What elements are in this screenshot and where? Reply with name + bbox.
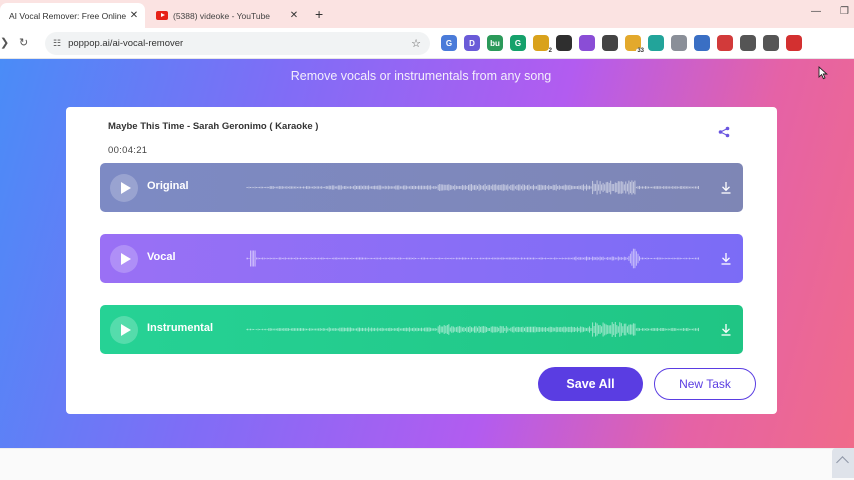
play-icon[interactable] bbox=[110, 245, 138, 273]
page-subtitle: Remove vocals or instrumentals from any … bbox=[290, 69, 552, 83]
dark-square-icon[interactable] bbox=[556, 35, 572, 51]
extension-badge: 2 bbox=[547, 48, 553, 54]
download-red-icon[interactable] bbox=[786, 35, 802, 51]
song-duration: 00:04:21 bbox=[108, 145, 148, 156]
waveform-original[interactable] bbox=[246, 167, 700, 208]
close-tab-icon[interactable]: ✕ bbox=[287, 10, 301, 21]
forward-icon[interactable]: ❯ bbox=[0, 36, 9, 49]
screenshot-icon[interactable] bbox=[694, 35, 710, 51]
extension-label: G bbox=[445, 38, 453, 48]
track-label-original: Original bbox=[147, 180, 189, 192]
waveform-instrumental[interactable] bbox=[246, 309, 700, 350]
extension-badge: 33 bbox=[636, 48, 645, 54]
browser-toolbar: ❯ ↻ ☷ poppop.ai/ai-vocal-remover ☆ G Dbu G… bbox=[0, 28, 854, 59]
tab-title: (5388) videoke - YouTube bbox=[173, 10, 271, 21]
extensions-bar: G Dbu G 2 33 bbox=[441, 35, 802, 54]
address-bar[interactable]: ☷ poppop.ai/ai-vocal-remover ☆ bbox=[45, 32, 430, 55]
minimize-button[interactable]: — bbox=[811, 6, 821, 17]
tab-strip: AI Vocal Remover: Free Online V ✕ (5388)… bbox=[0, 0, 854, 28]
camera-icon[interactable] bbox=[671, 35, 687, 51]
bu-green-icon[interactable]: bu bbox=[487, 35, 503, 51]
new-tab-button[interactable]: + bbox=[315, 6, 323, 22]
bookmark-star-icon[interactable]: ☆ bbox=[411, 37, 421, 50]
track-original: Original bbox=[100, 163, 743, 212]
gear-purple-icon[interactable] bbox=[579, 35, 595, 51]
track-label-instrumental: Instrumental bbox=[147, 322, 214, 334]
track-label-vocal: Vocal bbox=[147, 251, 176, 263]
tab-title: AI Vocal Remover: Free Online V bbox=[9, 10, 127, 21]
result-card: Maybe This Time - Sarah Geronimo ( Karao… bbox=[66, 107, 777, 414]
pokeball-icon[interactable] bbox=[717, 35, 733, 51]
download-original-icon[interactable] bbox=[720, 181, 732, 194]
song-title: Maybe This Time - Sarah Geronimo ( Karao… bbox=[108, 121, 319, 132]
badge-extension-icon[interactable]: 2 bbox=[533, 35, 553, 54]
download-instrumental-icon[interactable] bbox=[720, 323, 732, 336]
page-footer bbox=[0, 448, 854, 480]
tab-youtube[interactable]: (5388) videoke - YouTube ✕ bbox=[150, 3, 305, 28]
grammarly-icon[interactable]: G bbox=[510, 35, 526, 51]
waveform-vocal[interactable] bbox=[246, 238, 700, 279]
tab-ai-vocal-remover[interactable]: AI Vocal Remover: Free Online V ✕ bbox=[0, 3, 145, 28]
youtube-icon bbox=[156, 11, 168, 20]
restore-button[interactable]: ❐ bbox=[840, 6, 849, 17]
extension-label: bu bbox=[490, 38, 500, 48]
extension-label: G bbox=[514, 38, 522, 48]
extension-label: D bbox=[469, 38, 475, 48]
save-all-button[interactable]: Save All bbox=[538, 367, 643, 401]
url-text: poppop.ai/ai-vocal-remover bbox=[68, 38, 184, 49]
play-icon[interactable] bbox=[110, 316, 138, 344]
new-task-button[interactable]: New Task bbox=[654, 368, 756, 400]
site-info-icon[interactable]: ☷ bbox=[53, 38, 61, 49]
eyedropper-icon[interactable] bbox=[602, 35, 618, 51]
track-vocal: Vocal bbox=[100, 234, 743, 283]
d-purple-icon[interactable]: D bbox=[464, 35, 480, 51]
puzzle-icon[interactable] bbox=[740, 35, 756, 51]
download-vocal-icon[interactable] bbox=[720, 252, 732, 265]
sparkle-icon[interactable]: 33 bbox=[625, 35, 645, 54]
scroll-to-top-button[interactable] bbox=[832, 448, 854, 478]
close-tab-icon[interactable]: ✕ bbox=[127, 10, 141, 21]
play-icon[interactable] bbox=[110, 174, 138, 202]
share-icon[interactable] bbox=[718, 126, 730, 138]
mouse-cursor-icon bbox=[818, 66, 828, 80]
reload-icon[interactable]: ↻ bbox=[19, 36, 28, 49]
media-control-icon[interactable] bbox=[763, 35, 779, 51]
track-instrumental: Instrumental bbox=[100, 305, 743, 354]
teal-figure-icon[interactable] bbox=[648, 35, 664, 51]
g-blue-icon[interactable]: G bbox=[441, 35, 457, 51]
hero-section: Remove vocals or instrumentals from any … bbox=[0, 59, 854, 448]
